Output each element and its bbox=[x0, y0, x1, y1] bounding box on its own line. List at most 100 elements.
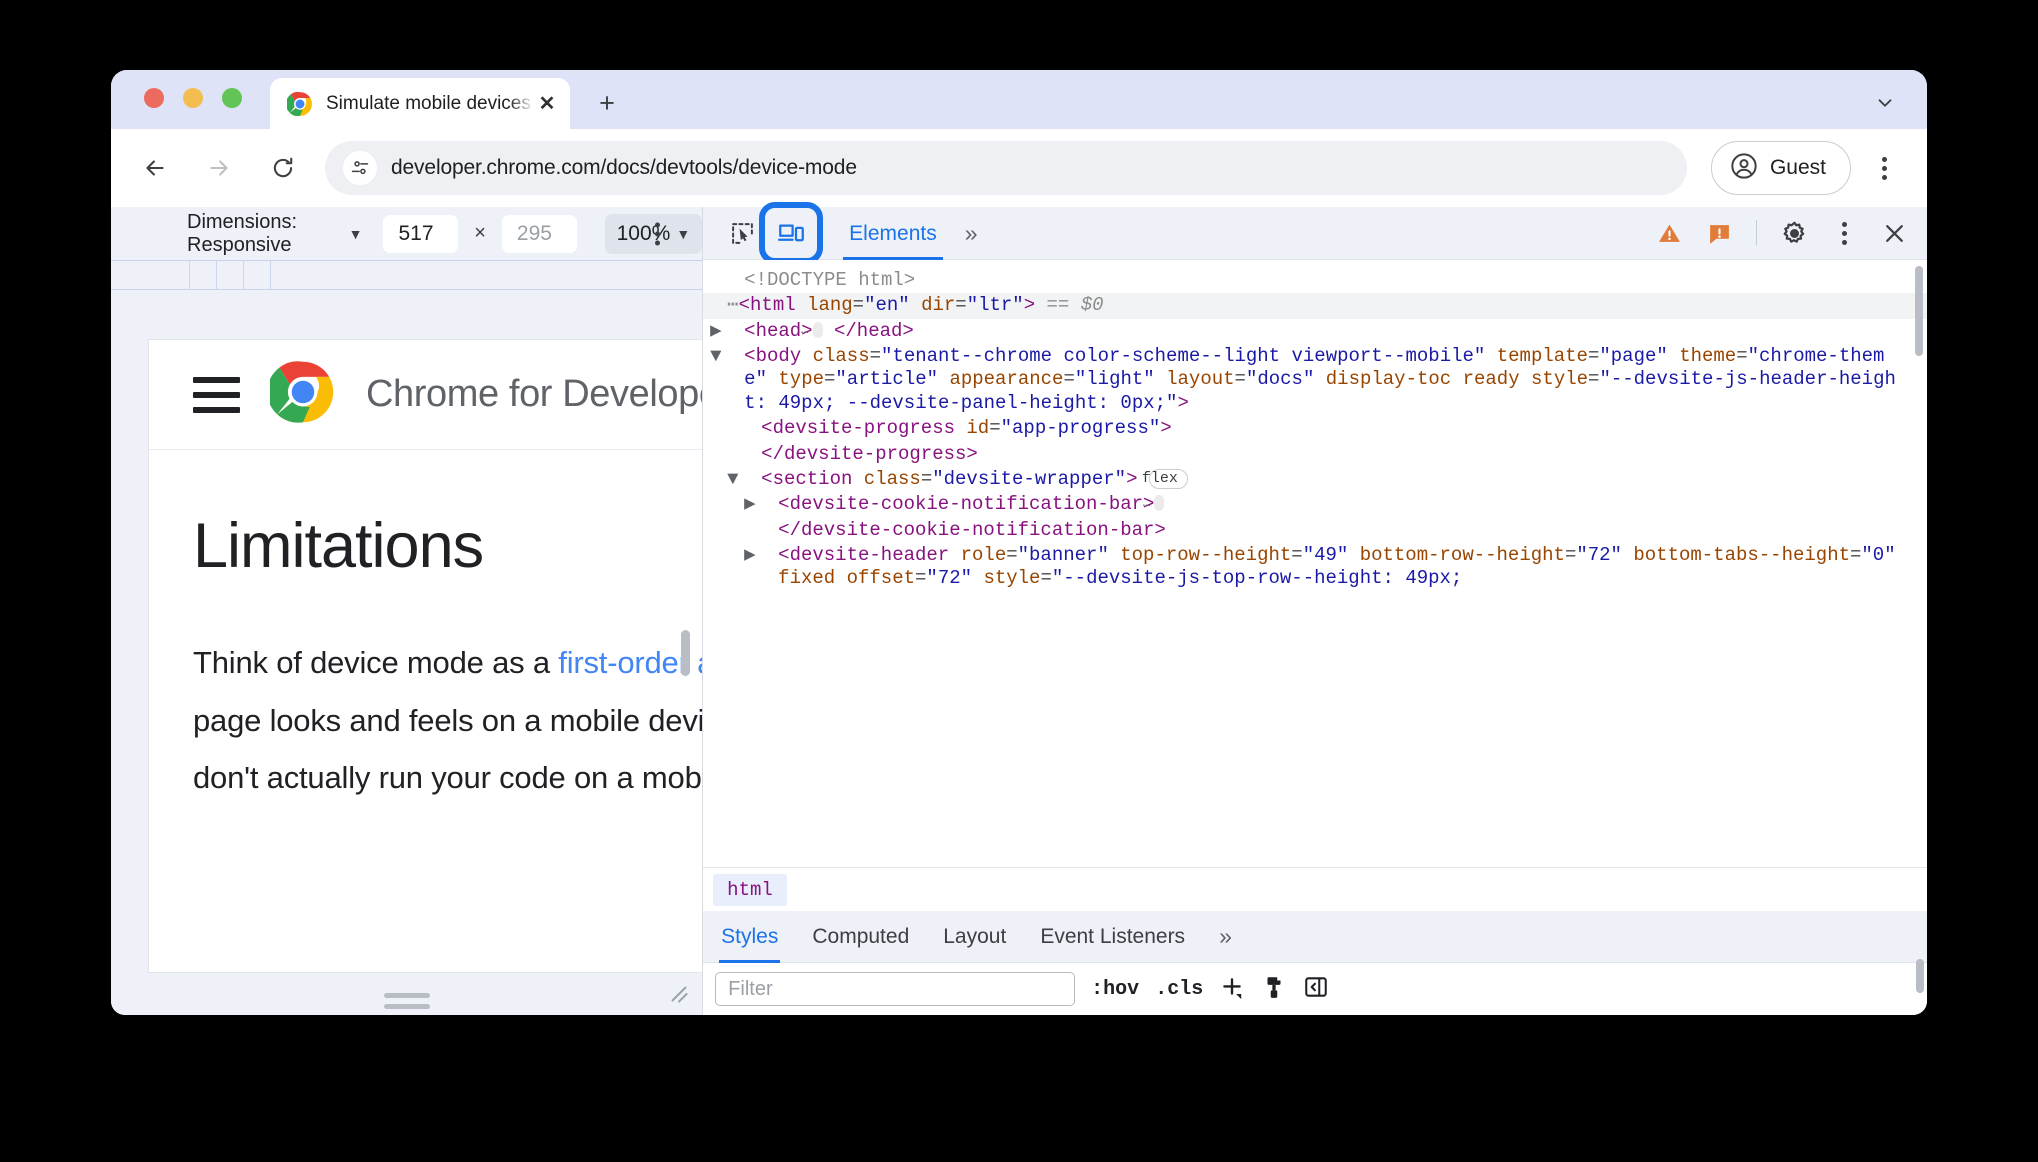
dom-node-line[interactable]: ⋯<html lang="en" dir="ltr"> == $0 bbox=[703, 293, 1927, 319]
tab-layout[interactable]: Layout bbox=[943, 911, 1006, 963]
zoom-value: 100% bbox=[616, 221, 671, 245]
dom-node-line[interactable]: </devsite-cookie-notification-bar> bbox=[703, 518, 1927, 543]
dom-node-line[interactable]: ▶ <devsite-cookie-notification-bar>… bbox=[703, 492, 1927, 517]
dom-token: "page" bbox=[1599, 345, 1668, 368]
window-controls bbox=[144, 88, 242, 108]
dom-token: > bbox=[1177, 391, 1189, 414]
new-tab-button[interactable]: + bbox=[590, 86, 624, 120]
dom-token: = bbox=[1588, 368, 1600, 391]
height-input[interactable]: 295 bbox=[501, 214, 577, 253]
dom-token bbox=[972, 567, 983, 589]
dom-token bbox=[1155, 368, 1166, 390]
dom-token: = bbox=[1564, 543, 1577, 566]
chevron-down-icon[interactable]: ▼ bbox=[710, 345, 744, 368]
dom-node-line[interactable]: ▶ <head>… </head> bbox=[703, 319, 1927, 344]
issues-icon[interactable] bbox=[1698, 212, 1740, 254]
dom-token bbox=[1520, 368, 1531, 390]
dom-token: "ltr" bbox=[966, 294, 1024, 317]
viewport-corner-resize-handle[interactable] bbox=[666, 981, 692, 1007]
dom-token: id bbox=[966, 417, 990, 440]
close-devtools-button[interactable] bbox=[1873, 212, 1915, 254]
browser-tab[interactable]: Simulate mobile devices with ✕ bbox=[270, 78, 570, 129]
dom-token bbox=[1314, 368, 1325, 390]
chrome-menu-button[interactable] bbox=[1863, 147, 1905, 189]
inspect-element-icon[interactable] bbox=[721, 212, 763, 254]
chevron-right-icon[interactable]: ▶ bbox=[710, 320, 744, 343]
styles-scrollbar[interactable] bbox=[1916, 959, 1924, 993]
site-settings-icon[interactable] bbox=[343, 151, 377, 185]
tab-event-listeners[interactable]: Event Listeners bbox=[1040, 911, 1185, 963]
dom-node-line[interactable]: </devsite-progress> bbox=[703, 442, 1927, 467]
devtools-more-button[interactable] bbox=[1823, 212, 1865, 254]
close-window-button[interactable] bbox=[144, 88, 164, 108]
new-style-rule-icon[interactable] bbox=[1219, 974, 1245, 1005]
dom-tree[interactable]: <!DOCTYPE html> ⋯<html lang="en" dir="lt… bbox=[703, 260, 1927, 867]
address-bar[interactable]: developer.chrome.com/docs/devtools/devic… bbox=[325, 141, 1687, 195]
minimize-window-button[interactable] bbox=[183, 88, 203, 108]
dom-token: = bbox=[1063, 368, 1075, 391]
breadcrumb-item-html[interactable]: html bbox=[713, 873, 787, 906]
paragraph-line: don't actually run your code on a mobile… bbox=[193, 760, 702, 796]
dimensions-label: Dimensions: Responsive bbox=[187, 210, 298, 256]
dom-node-line[interactable]: ▼ <body class="tenant--chrome color-schem… bbox=[703, 344, 1927, 416]
paragraph-line: page looks and feels on a mobile device.… bbox=[193, 702, 703, 738]
emulated-page-viewport[interactable]: Chrome for Developers Limitations Think … bbox=[149, 340, 703, 972]
tab-styles[interactable]: Styles bbox=[719, 911, 781, 963]
back-button[interactable] bbox=[133, 146, 177, 190]
dom-tree-scrollbar[interactable] bbox=[1915, 266, 1923, 356]
dom-token: class bbox=[812, 345, 870, 368]
chrome-logo-icon bbox=[267, 359, 336, 430]
dom-token: = bbox=[852, 294, 865, 317]
chevron-down-icon[interactable] bbox=[1867, 85, 1903, 121]
maximize-window-button[interactable] bbox=[222, 88, 242, 108]
reload-button[interactable] bbox=[261, 146, 305, 190]
chevron-down-icon: ▼ bbox=[676, 225, 691, 242]
zoom-dropdown[interactable]: 100% ▼ bbox=[604, 213, 703, 254]
page-body: Limitations Think of device mode as a fi… bbox=[149, 450, 702, 807]
device-toolbar-more-button[interactable] bbox=[655, 222, 661, 245]
dom-node-line[interactable]: ▼ <section class="devsite-wrapper"> flex bbox=[703, 467, 1927, 492]
cls-button[interactable]: .cls bbox=[1155, 978, 1203, 1001]
styles-filter-input[interactable]: Filter bbox=[715, 972, 1076, 1006]
tab-computed[interactable]: Computed bbox=[812, 911, 909, 963]
dimensions-dropdown[interactable]: Dimensions: Responsive ▼ bbox=[187, 211, 362, 257]
url-text: developer.chrome.com/docs/devtools/devic… bbox=[391, 156, 857, 179]
dom-token: lang bbox=[807, 294, 853, 317]
dom-token: class bbox=[863, 467, 921, 490]
dom-token: = bbox=[1736, 345, 1748, 368]
tab-elements[interactable]: Elements bbox=[843, 207, 943, 260]
element-classes-icon[interactable] bbox=[1261, 974, 1287, 1005]
warning-icon[interactable] bbox=[1648, 212, 1690, 254]
dom-token: "72" bbox=[1576, 543, 1622, 566]
chevron-right-icon[interactable]: ▶ bbox=[744, 544, 778, 567]
kebab-icon bbox=[1841, 221, 1847, 245]
dom-token: "tenant--chrome color-scheme--light view… bbox=[881, 345, 1486, 368]
dom-node-line[interactable]: <!DOCTYPE html> bbox=[703, 268, 1927, 293]
hov-button[interactable]: :hov bbox=[1091, 978, 1139, 1001]
more-style-tabs-icon[interactable]: » bbox=[1219, 923, 1232, 950]
dom-token bbox=[1348, 544, 1359, 566]
toggle-device-toolbar-icon[interactable] bbox=[759, 202, 824, 264]
profile-button[interactable]: Guest bbox=[1710, 141, 1851, 195]
gear-icon[interactable] bbox=[1773, 212, 1815, 254]
dom-node-line[interactable]: ▶ <devsite-header role="banner" top-row--… bbox=[703, 543, 1927, 592]
page-paragraph: Think of device mode as a first-order ap… bbox=[193, 634, 702, 807]
chevron-down-icon[interactable]: ▼ bbox=[727, 468, 761, 491]
dom-token: <devsite-header bbox=[778, 543, 961, 566]
hamburger-menu-icon[interactable] bbox=[193, 376, 240, 413]
dom-token: type bbox=[778, 368, 824, 391]
dom-node-line[interactable]: <devsite-progress id="app-progress"> bbox=[703, 416, 1927, 441]
forward-button[interactable] bbox=[197, 146, 241, 190]
close-tab-button[interactable]: ✕ bbox=[534, 91, 560, 117]
toggle-sidebar-icon[interactable] bbox=[1303, 974, 1329, 1005]
dom-token: bottom-row--height bbox=[1359, 543, 1565, 566]
chevron-right-icon[interactable]: ▶ bbox=[744, 493, 778, 516]
viewport-height-resize-handle[interactable] bbox=[111, 987, 702, 1015]
dom-token: </devsite-progress> bbox=[761, 442, 978, 465]
dom-token bbox=[1622, 544, 1633, 566]
width-input[interactable]: 517 bbox=[383, 214, 459, 253]
viewport-width-resize-handle[interactable] bbox=[681, 629, 691, 676]
more-panels-icon[interactable]: » bbox=[965, 220, 978, 247]
